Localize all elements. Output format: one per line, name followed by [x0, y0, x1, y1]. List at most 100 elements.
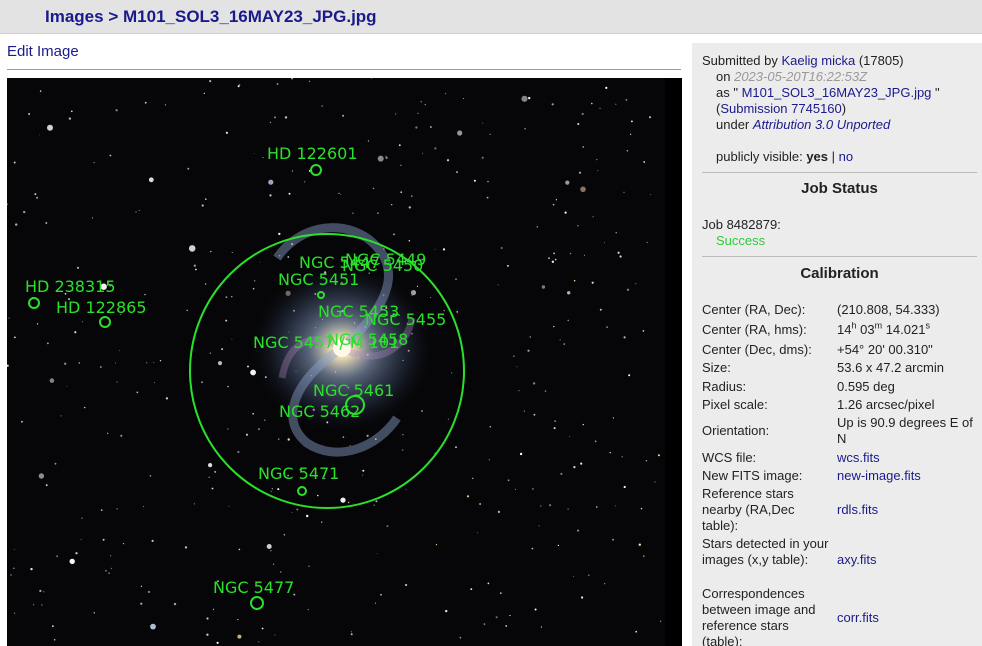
label-ngc-5455: NGC 5455: [365, 310, 446, 329]
breadcrumb-file-link[interactable]: M101_SOL3_16MAY23_JPG.jpg: [123, 7, 377, 26]
annotated-image-svg: HD 122601 HD 238315 HD 122865 NGC 5447 N…: [7, 78, 682, 646]
star: [148, 177, 154, 183]
star: [567, 508, 569, 510]
stars-detected-link[interactable]: axy.fits: [837, 552, 977, 568]
correspondences-link[interactable]: corr.fits: [837, 610, 977, 626]
submission-date: 2023-05-20T16:22:53Z: [734, 69, 868, 84]
star: [184, 546, 188, 549]
star: [225, 131, 228, 134]
star: [631, 120, 633, 123]
star: [38, 473, 45, 479]
star: [386, 525, 389, 528]
star: [206, 633, 209, 636]
annotated-image[interactable]: HD 122601 HD 238315 HD 122865 NGC 5447 N…: [7, 78, 682, 646]
star: [212, 608, 215, 610]
visibility-no-link[interactable]: no: [839, 149, 853, 164]
star: [577, 122, 580, 126]
new-fits-link[interactable]: new-image.fits: [837, 468, 977, 484]
star: [434, 248, 436, 250]
star: [400, 191, 403, 194]
license-link[interactable]: Attribution 3.0 Unported: [753, 117, 890, 132]
filename-link[interactable]: M101_SOL3_16MAY23_JPG.jpg: [742, 85, 932, 100]
star: [533, 413, 536, 416]
star: [375, 500, 378, 503]
star: [47, 124, 53, 131]
star: [513, 355, 515, 357]
star: [287, 256, 290, 258]
breadcrumb-images-link[interactable]: Images: [45, 7, 104, 26]
star: [80, 539, 82, 541]
star: [206, 617, 209, 620]
star: [321, 521, 323, 523]
star: [489, 426, 491, 428]
label-ngc-5461: NGC 5461: [313, 381, 394, 400]
label-ngc-5477: NGC 5477: [213, 578, 294, 597]
star: [538, 525, 540, 527]
star: [110, 555, 112, 557]
star: [594, 440, 597, 443]
star: [147, 590, 151, 594]
star: [518, 390, 520, 392]
star: [69, 558, 75, 565]
star: [39, 589, 42, 593]
visibility-label: publicly visible:: [716, 149, 803, 164]
star: [205, 198, 207, 200]
star: [553, 427, 556, 430]
star: [122, 543, 125, 545]
star: [52, 625, 54, 627]
star: [603, 242, 605, 244]
star: [204, 283, 207, 285]
star: [153, 362, 155, 363]
star: [405, 583, 408, 587]
star: [15, 223, 18, 226]
star: [68, 117, 72, 120]
star: [488, 459, 490, 461]
star: [578, 171, 582, 174]
star: [532, 488, 534, 490]
submission-link[interactable]: Submission 7745160: [720, 101, 841, 116]
star: [536, 226, 538, 228]
star: [211, 487, 214, 490]
star: [442, 248, 446, 251]
label-ngc-5451: NGC 5451: [278, 270, 359, 289]
reference-stars-label: Reference stars nearby (RA,Dec table):: [702, 486, 795, 533]
size-value: 53.6 x 47.2 arcmin: [837, 360, 944, 375]
star: [573, 279, 576, 282]
wcs-file-link[interactable]: wcs.fits: [837, 450, 977, 466]
star: [416, 285, 419, 287]
star: [642, 330, 645, 332]
star: [138, 209, 140, 211]
orientation-value: Up is 90.9 degrees E of N: [837, 415, 973, 446]
star: [367, 140, 369, 142]
star: [41, 604, 43, 606]
star: [304, 181, 306, 183]
job-id: Job 8482879:: [702, 217, 781, 232]
visibility-separator: |: [831, 149, 836, 164]
user-link[interactable]: Kaelig micka: [782, 53, 856, 68]
star: [395, 113, 397, 115]
star: [523, 410, 525, 412]
edit-image-link[interactable]: Edit Image: [7, 43, 79, 60]
star: [201, 381, 203, 384]
star: [487, 181, 489, 183]
job-status-success: Success: [716, 233, 766, 248]
star: [227, 385, 229, 388]
star: [499, 592, 502, 594]
star: [479, 503, 482, 505]
reference-stars-link[interactable]: rdls.fits: [837, 502, 977, 518]
star: [214, 470, 217, 473]
star: [49, 378, 55, 383]
star: [13, 161, 16, 164]
star: [321, 105, 323, 107]
star: [623, 336, 626, 339]
star: [75, 552, 78, 555]
star: [36, 323, 39, 325]
star: [604, 583, 606, 585]
star: [115, 109, 118, 112]
star: [107, 432, 109, 434]
star: [36, 196, 39, 199]
star: [284, 116, 288, 119]
star: [210, 250, 212, 253]
star: [623, 485, 626, 489]
star: [569, 252, 572, 255]
